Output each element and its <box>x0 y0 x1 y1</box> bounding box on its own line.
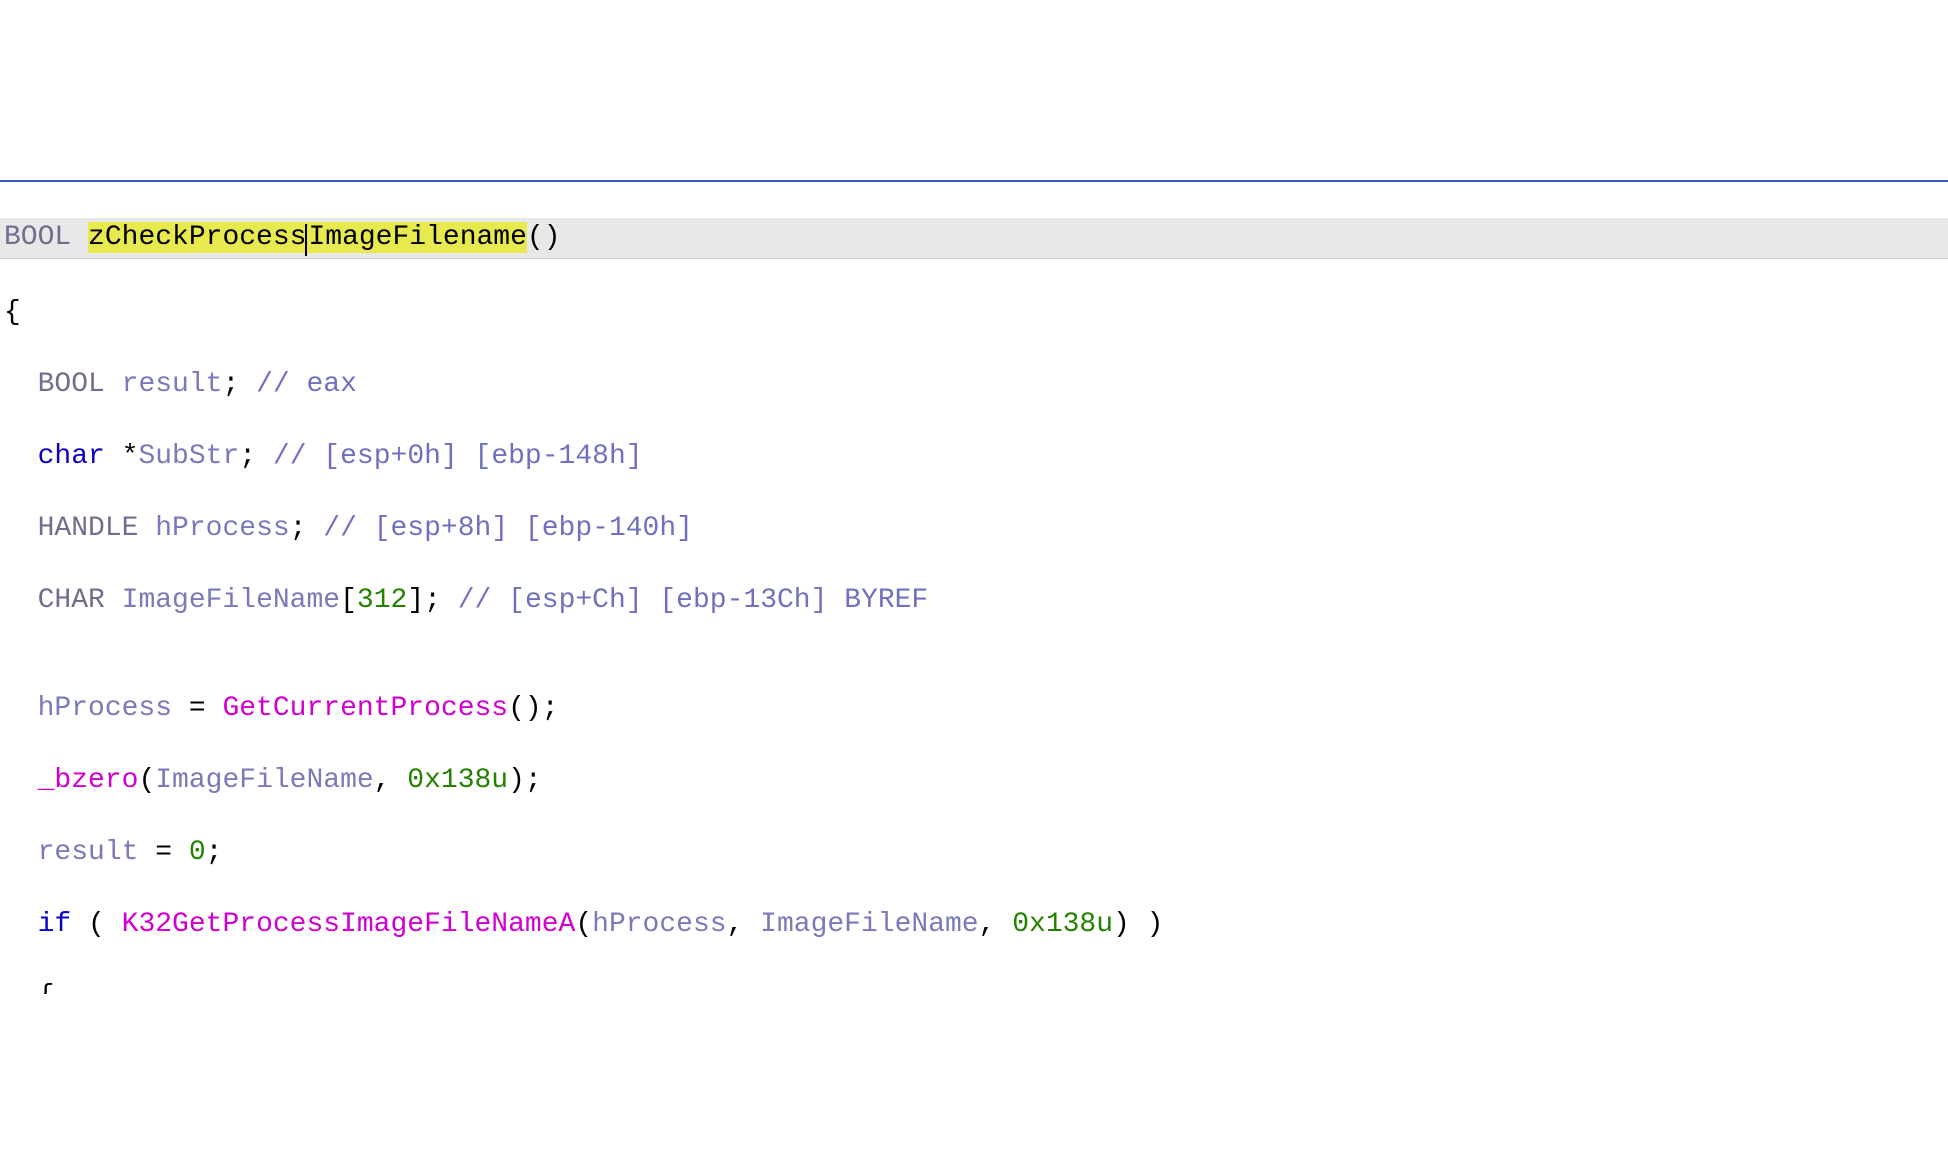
paren-pair: () <box>527 222 561 253</box>
decl-result: BOOL result; // eax <box>0 367 1948 403</box>
function-signature-line[interactable]: BOOL zCheckProcessImageFilename() <box>0 218 1948 259</box>
stmt-result-zero: result = 0; <box>0 835 1948 871</box>
stmt-bzero: _bzero(ImageFileName, 0x138u); <box>0 763 1948 799</box>
text-cursor <box>305 224 308 256</box>
return-type: BOOL <box>4 222 71 253</box>
stmt-if-k32: if ( K32GetProcessImageFileNameA(hProces… <box>0 907 1948 943</box>
brace-open: { <box>0 295 1948 331</box>
stmt-getcurrentprocess: hProcess = GetCurrentProcess(); <box>0 691 1948 727</box>
decl-substr: char *SubStr; // [esp+0h] [ebp-148h] <box>0 439 1948 475</box>
function-name-highlight: zCheckProcessImageFilename <box>88 222 527 253</box>
decl-imagefilename: CHAR ImageFileName[312]; // [esp+Ch] [eb… <box>0 583 1948 619</box>
brace-open-inner: { <box>0 979 1948 994</box>
decl-hprocess: HANDLE hProcess; // [esp+8h] [ebp-140h] <box>0 511 1948 547</box>
decompiler-view[interactable]: BOOL zCheckProcessImageFilename() { BOOL… <box>0 180 1948 994</box>
